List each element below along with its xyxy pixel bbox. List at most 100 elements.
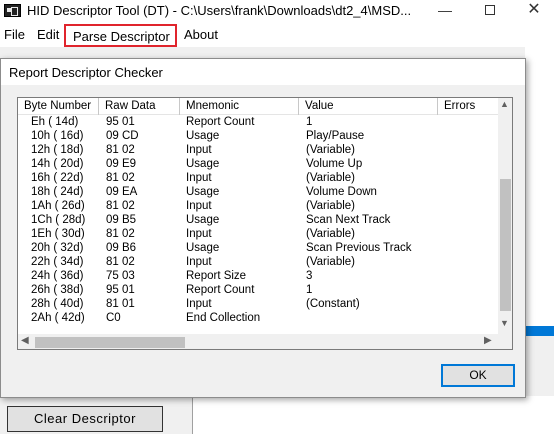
cell-byte-number: 1Ah ( 26d) <box>31 200 85 212</box>
cell-mnemonic: Usage <box>186 130 220 142</box>
cell-value: Scan Previous Track <box>306 242 412 254</box>
menu-edit[interactable]: Edit <box>37 27 59 42</box>
cell-value: (Variable) <box>306 200 355 212</box>
minimize-button[interactable]: — <box>423 0 467 22</box>
cell-value: 3 <box>306 270 313 282</box>
table-row[interactable]: 16h ( 22d) 81 02 Input (Variable) <box>18 171 498 185</box>
cell-byte-number: 24h ( 36d) <box>31 270 84 282</box>
cell-value: Scan Next Track <box>306 214 391 226</box>
vertical-scroll-thumb[interactable] <box>500 179 511 311</box>
cell-value: Play/Pause <box>306 130 365 142</box>
cell-raw-data: C0 <box>106 312 121 324</box>
table-row[interactable]: 28h ( 40d) 81 01 Input (Constant) <box>18 297 498 311</box>
menu-bar: File Edit Parse Descriptor About <box>0 23 554 47</box>
menu-about[interactable]: About <box>184 27 218 42</box>
cell-raw-data: 75 03 <box>106 270 135 282</box>
horizontal-scrollbar[interactable]: ◀ ▶ <box>18 334 498 349</box>
cell-value: Volume Up <box>306 158 363 170</box>
maximize-button[interactable] <box>468 0 512 22</box>
cell-byte-number: 12h ( 18d) <box>31 144 84 156</box>
cell-byte-number: 18h ( 24d) <box>31 186 84 198</box>
table-row[interactable]: 18h ( 24d) 09 EA Usage Volume Down <box>18 185 498 199</box>
cell-mnemonic: Input <box>186 256 212 268</box>
cell-raw-data: 81 02 <box>106 256 135 268</box>
cell-mnemonic: Report Count <box>186 284 255 296</box>
ok-button[interactable]: OK <box>441 364 515 387</box>
list-header: Byte Number Raw Data Mnemonic Value Erro… <box>18 98 498 115</box>
cell-raw-data: 81 02 <box>106 200 135 212</box>
menu-parse-descriptor[interactable]: Parse Descriptor <box>64 24 177 47</box>
cell-byte-number: 20h ( 32d) <box>31 242 84 254</box>
horizontal-scroll-thumb[interactable] <box>35 337 185 348</box>
app-icon <box>4 4 21 17</box>
cell-raw-data: 09 B6 <box>106 242 137 254</box>
table-row[interactable]: 12h ( 18d) 81 02 Input (Variable) <box>18 143 498 157</box>
vertical-scrollbar[interactable]: ▲ ▼ <box>498 98 512 334</box>
menu-file[interactable]: File <box>4 27 25 42</box>
cell-mnemonic: End Collection <box>186 312 261 324</box>
table-row[interactable]: 22h ( 34d) 81 02 Input (Variable) <box>18 255 498 269</box>
list-rows: Eh ( 14d) 95 01 Report Count 1 10h ( 16d) 09 … <box>18 115 498 325</box>
cell-raw-data: 81 01 <box>106 298 135 310</box>
cell-mnemonic: Report Count <box>186 116 255 128</box>
table-row[interactable]: 10h ( 16d) 09 CD Usage Play/Pause <box>18 129 498 143</box>
table-row[interactable]: 1Ah ( 26d) 81 02 Input (Variable) <box>18 199 498 213</box>
cell-mnemonic: Input <box>186 172 212 184</box>
cell-byte-number: 22h ( 34d) <box>31 256 84 268</box>
table-row[interactable]: 14h ( 20d) 09 E9 Usage Volume Up <box>18 157 498 171</box>
background-accent-bar <box>525 326 554 336</box>
column-header-raw-data[interactable]: Raw Data <box>99 98 180 115</box>
cell-value: (Variable) <box>306 172 355 184</box>
cell-mnemonic: Input <box>186 200 212 212</box>
dialog-title: Report Descriptor Checker <box>1 59 525 85</box>
scroll-left-icon[interactable]: ◀ <box>21 335 29 346</box>
column-header-mnemonic[interactable]: Mnemonic <box>180 98 299 115</box>
cell-raw-data: 09 B5 <box>106 214 137 226</box>
column-header-errors[interactable]: Errors <box>438 98 498 115</box>
table-row[interactable]: 20h ( 32d) 09 B6 Usage Scan Previous Track <box>18 241 498 255</box>
cell-byte-number: 16h ( 22d) <box>31 172 84 184</box>
cell-mnemonic: Usage <box>186 158 220 170</box>
cell-mnemonic: Input <box>186 298 212 310</box>
cell-raw-data: 09 EA <box>106 186 138 198</box>
scroll-up-icon[interactable]: ▲ <box>500 99 509 109</box>
cell-raw-data: 81 02 <box>106 144 135 156</box>
cell-raw-data: 95 01 <box>106 284 135 296</box>
column-header-value[interactable]: Value <box>299 98 438 115</box>
cell-value: (Variable) <box>306 256 355 268</box>
cell-mnemonic: Input <box>186 228 212 240</box>
table-row[interactable]: 24h ( 36d) 75 03 Report Size 3 <box>18 269 498 283</box>
cell-byte-number: 1Eh ( 30d) <box>31 228 85 240</box>
descriptor-list[interactable]: Byte Number Raw Data Mnemonic Value Erro… <box>17 97 513 350</box>
cell-byte-number: 26h ( 38d) <box>31 284 84 296</box>
window-title: HID Descriptor Tool (DT) - C:\Users\fran… <box>27 3 412 18</box>
cell-raw-data: 09 CD <box>106 130 139 142</box>
cell-mnemonic: Usage <box>186 214 220 226</box>
table-row[interactable]: 26h ( 38d) 95 01 Report Count 1 <box>18 283 498 297</box>
clear-descriptor-button[interactable]: Clear Descriptor <box>7 406 163 432</box>
cell-mnemonic: Usage <box>186 186 220 198</box>
maximize-icon <box>485 5 495 15</box>
close-button[interactable]: ✕ <box>512 0 554 22</box>
cell-byte-number: 10h ( 16d) <box>31 130 84 142</box>
cell-byte-number: 14h ( 20d) <box>31 158 84 170</box>
cell-byte-number: 1Ch ( 28d) <box>31 214 86 226</box>
table-row[interactable]: 2Ah ( 42d) C0 End Collection <box>18 311 498 325</box>
cell-value: (Variable) <box>306 228 355 240</box>
cell-mnemonic: Report Size <box>186 270 247 282</box>
table-row[interactable]: 1Eh ( 30d) 81 02 Input (Variable) <box>18 227 498 241</box>
scrollbar-corner <box>498 334 512 349</box>
background-right-panel <box>525 47 554 327</box>
cell-byte-number: Eh ( 14d) <box>31 116 79 128</box>
cell-mnemonic: Usage <box>186 242 220 254</box>
table-row[interactable]: Eh ( 14d) 95 01 Report Count 1 <box>18 115 498 129</box>
scroll-down-icon[interactable]: ▼ <box>500 318 509 328</box>
background-editor-panel <box>192 396 554 434</box>
cell-raw-data: 09 E9 <box>106 158 137 170</box>
table-row[interactable]: 1Ch ( 28d) 09 B5 Usage Scan Next Track <box>18 213 498 227</box>
cell-raw-data: 95 01 <box>106 116 135 128</box>
column-header-byte-number[interactable]: Byte Number <box>18 98 99 115</box>
scroll-right-icon[interactable]: ▶ <box>484 335 492 346</box>
cell-value: 1 <box>306 284 313 296</box>
cell-byte-number: 2Ah ( 42d) <box>31 312 85 324</box>
